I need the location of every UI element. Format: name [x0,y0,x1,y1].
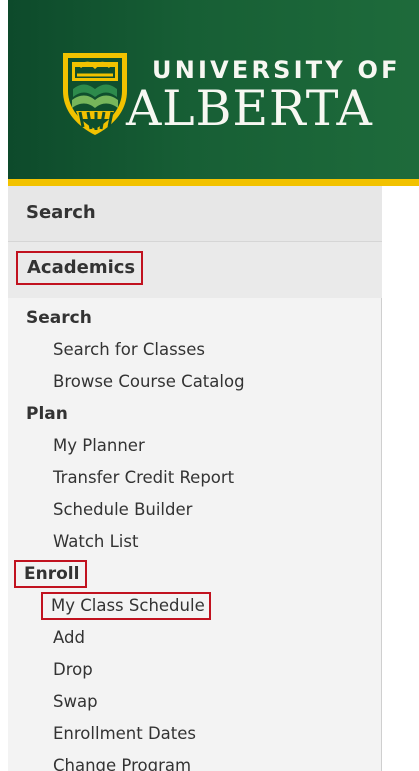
menu-item-my-planner[interactable]: My Planner [8,430,382,462]
academics-menu: Search Search for Classes Browse Course … [8,302,382,771]
menu-item-label: Watch List [53,532,139,551]
university-alberta-page: UNIVERSITY OF ALBERTA Search Academics S… [0,0,419,771]
crest-svg [63,53,127,135]
group-search-label: Search [26,308,92,328]
menu-item-label: Search for Classes [53,340,206,359]
left-edge [0,0,8,771]
menu-item-schedule-builder[interactable]: Schedule Builder [8,494,382,526]
group-plan-label: Plan [26,404,68,424]
menu-item-watch-list[interactable]: Watch List [8,526,382,558]
group-enroll: Enroll [8,558,382,590]
menu-item-enrollment-dates[interactable]: Enrollment Dates [8,718,382,750]
menu-item-label: Drop [53,660,93,679]
menu-item-label: Enrollment Dates [53,724,196,743]
menu-item-swap[interactable]: Swap [8,686,382,718]
menu-item-label: Browse Course Catalog [53,372,245,391]
academics-heading-highlight: Academics [16,251,144,285]
menu-item-my-class-schedule-highlight: My Class Schedule [41,592,211,620]
alberta-label: ALBERTA [126,80,373,137]
university-crest-icon[interactable] [55,49,135,137]
menu-item-add[interactable]: Add [8,622,382,654]
sidebar-search-heading: Search [26,202,96,223]
menu-item-search-for-classes[interactable]: Search for Classes [8,334,382,366]
group-plan: Plan [8,398,382,430]
group-search: Search [8,302,382,334]
menu-item-label: My Planner [53,436,145,455]
university-header: UNIVERSITY OF ALBERTA [8,0,419,179]
menu-item-browse-course-catalog[interactable]: Browse Course Catalog [8,366,382,398]
menu-item-change-program[interactable]: Change Program [8,750,382,771]
menu-item-label: Change Program [53,756,192,771]
menu-item-label: Swap [53,692,98,711]
menu-item-drop[interactable]: Drop [8,654,382,686]
menu-item-transfer-credit-report[interactable]: Transfer Credit Report [8,462,382,494]
menu-item-my-class-schedule[interactable]: My Class Schedule [8,590,382,622]
academics-section[interactable]: Academics [8,242,382,298]
header-gold-bar [8,179,419,186]
sidebar-navigation: Search Academics Search Search for Class… [8,186,382,771]
sidebar-search-section[interactable]: Search [8,186,382,242]
menu-item-label: Schedule Builder [53,500,193,519]
menu-item-label: Transfer Credit Report [53,468,235,487]
menu-item-label: Add [53,628,85,647]
group-enroll-highlight: Enroll [14,560,88,588]
